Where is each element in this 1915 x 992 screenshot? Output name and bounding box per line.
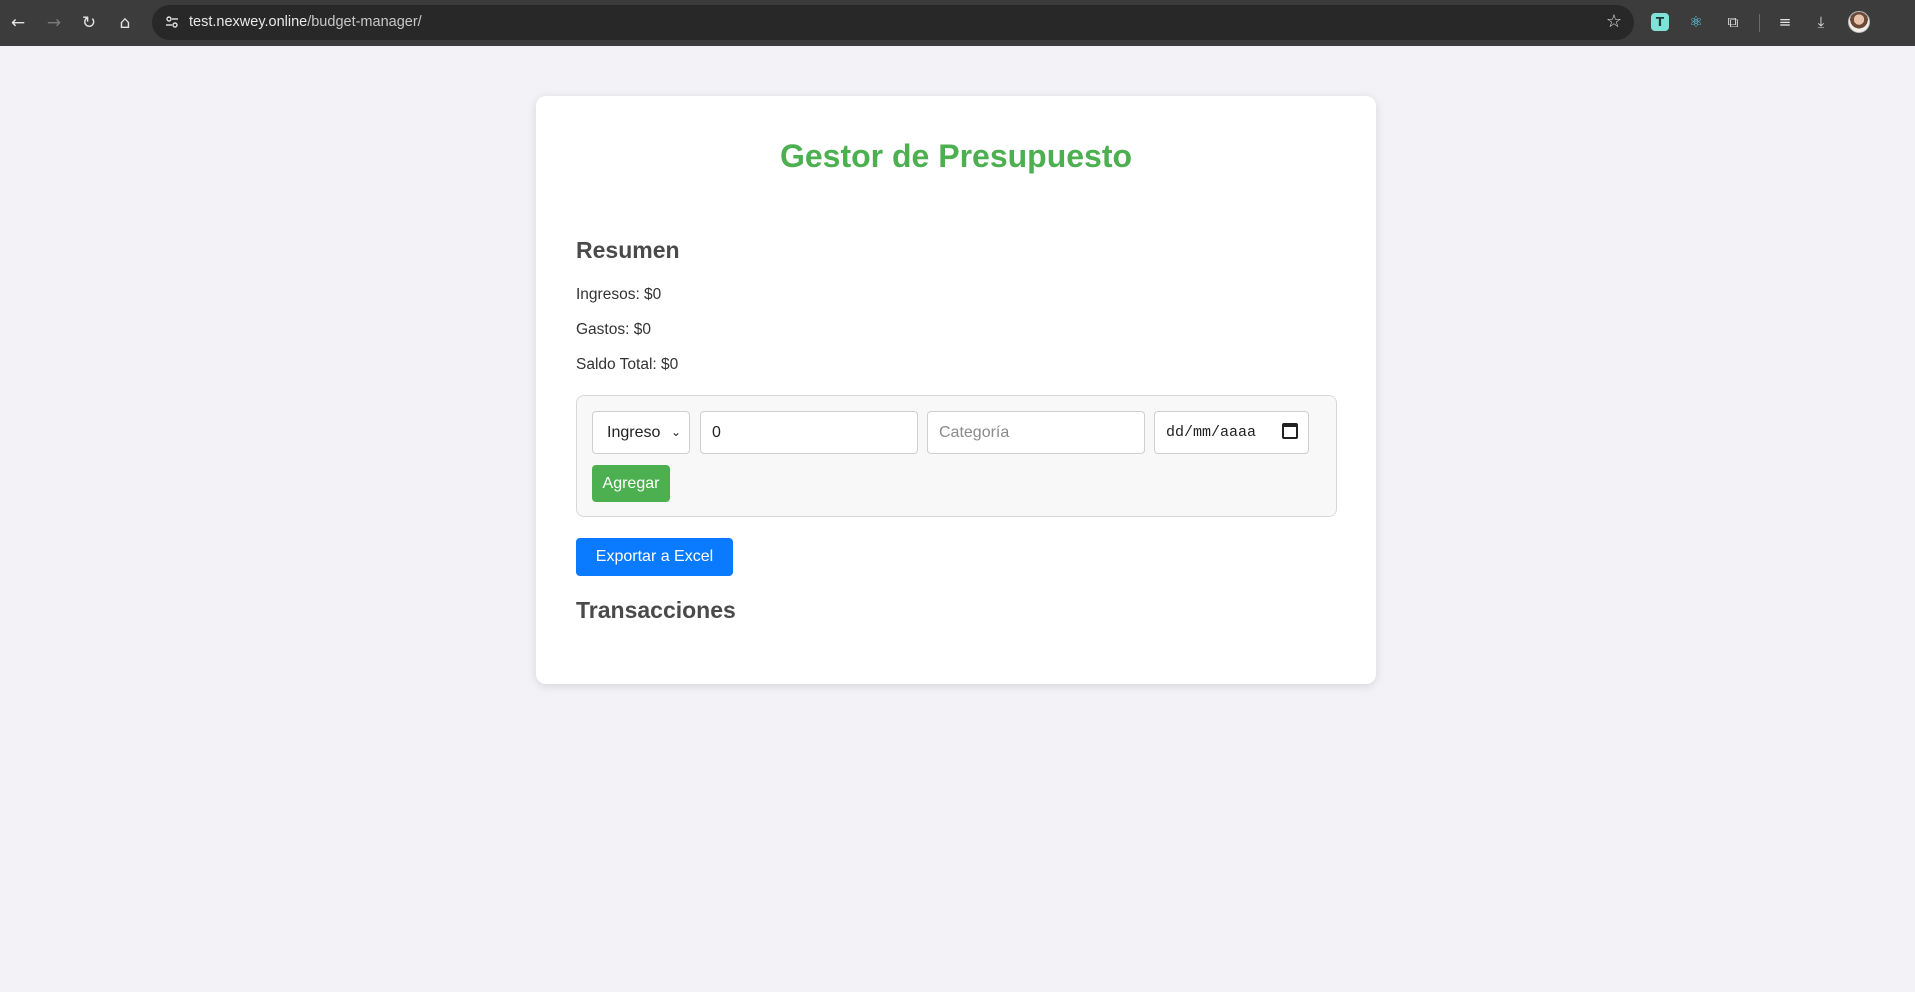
- home-button[interactable]: ⌂: [111, 9, 139, 37]
- forward-button[interactable]: →: [40, 9, 68, 37]
- reload-icon: ↻: [81, 13, 97, 33]
- transactions-heading: Transacciones: [576, 597, 736, 623]
- url-host: test.nexwey.online: [189, 14, 308, 30]
- address-bar[interactable]: test.nexwey.online/budget-manager/ ☆: [152, 5, 1634, 40]
- add-button[interactable]: Agregar: [592, 465, 670, 502]
- type-select[interactable]: Ingreso ⌄: [592, 411, 690, 454]
- media-controls-icon[interactable]: ≡: [1774, 11, 1796, 33]
- extensions-puzzle-icon[interactable]: ⧉: [1722, 11, 1744, 33]
- amount-input[interactable]: 0: [700, 411, 918, 454]
- category-input[interactable]: Categoría: [927, 411, 1145, 454]
- bookmark-star-icon[interactable]: ☆: [1606, 11, 1622, 32]
- toolbar-divider: [1759, 14, 1760, 32]
- profile-avatar[interactable]: [1848, 11, 1870, 33]
- expenses-total: Gastos: $0: [576, 321, 651, 338]
- back-icon: ←: [10, 13, 26, 33]
- site-info-icon[interactable]: [160, 10, 184, 34]
- extension-t-icon[interactable]: T: [1651, 13, 1669, 31]
- chevron-down-icon: ⌄: [670, 425, 681, 439]
- balance-total: Saldo Total: $0: [576, 356, 679, 373]
- export-excel-button[interactable]: Exportar a Excel: [576, 538, 733, 576]
- type-select-value: Ingreso: [607, 423, 661, 441]
- date-placeholder: dd/mm/aaaa: [1166, 424, 1257, 441]
- home-icon: ⌂: [119, 13, 131, 33]
- transaction-form: Ingreso ⌄ 0 Categoría dd/mm/aaaa Agregar: [576, 395, 1337, 517]
- back-button[interactable]: ←: [4, 9, 32, 37]
- budget-card: Gestor de Presupuesto Resumen Ingresos: …: [536, 96, 1376, 684]
- browser-toolbar: ← → ↻ ⌂ test.nexwey.online/budget-manage…: [0, 0, 1915, 46]
- income-total: Ingresos: $0: [576, 286, 662, 303]
- url-path: /budget-manager/: [307, 14, 422, 30]
- forward-icon: →: [46, 13, 62, 33]
- page-title: Gestor de Presupuesto: [779, 138, 1133, 174]
- reload-button[interactable]: ↻: [75, 9, 103, 37]
- url-text: test.nexwey.online/budget-manager/: [189, 14, 422, 30]
- date-input[interactable]: dd/mm/aaaa: [1154, 411, 1309, 454]
- calendar-icon[interactable]: [1282, 423, 1298, 439]
- summary-heading: Resumen: [576, 237, 680, 263]
- downloads-icon[interactable]: ⤓: [1810, 11, 1832, 33]
- react-devtools-icon[interactable]: ⚛: [1685, 11, 1707, 33]
